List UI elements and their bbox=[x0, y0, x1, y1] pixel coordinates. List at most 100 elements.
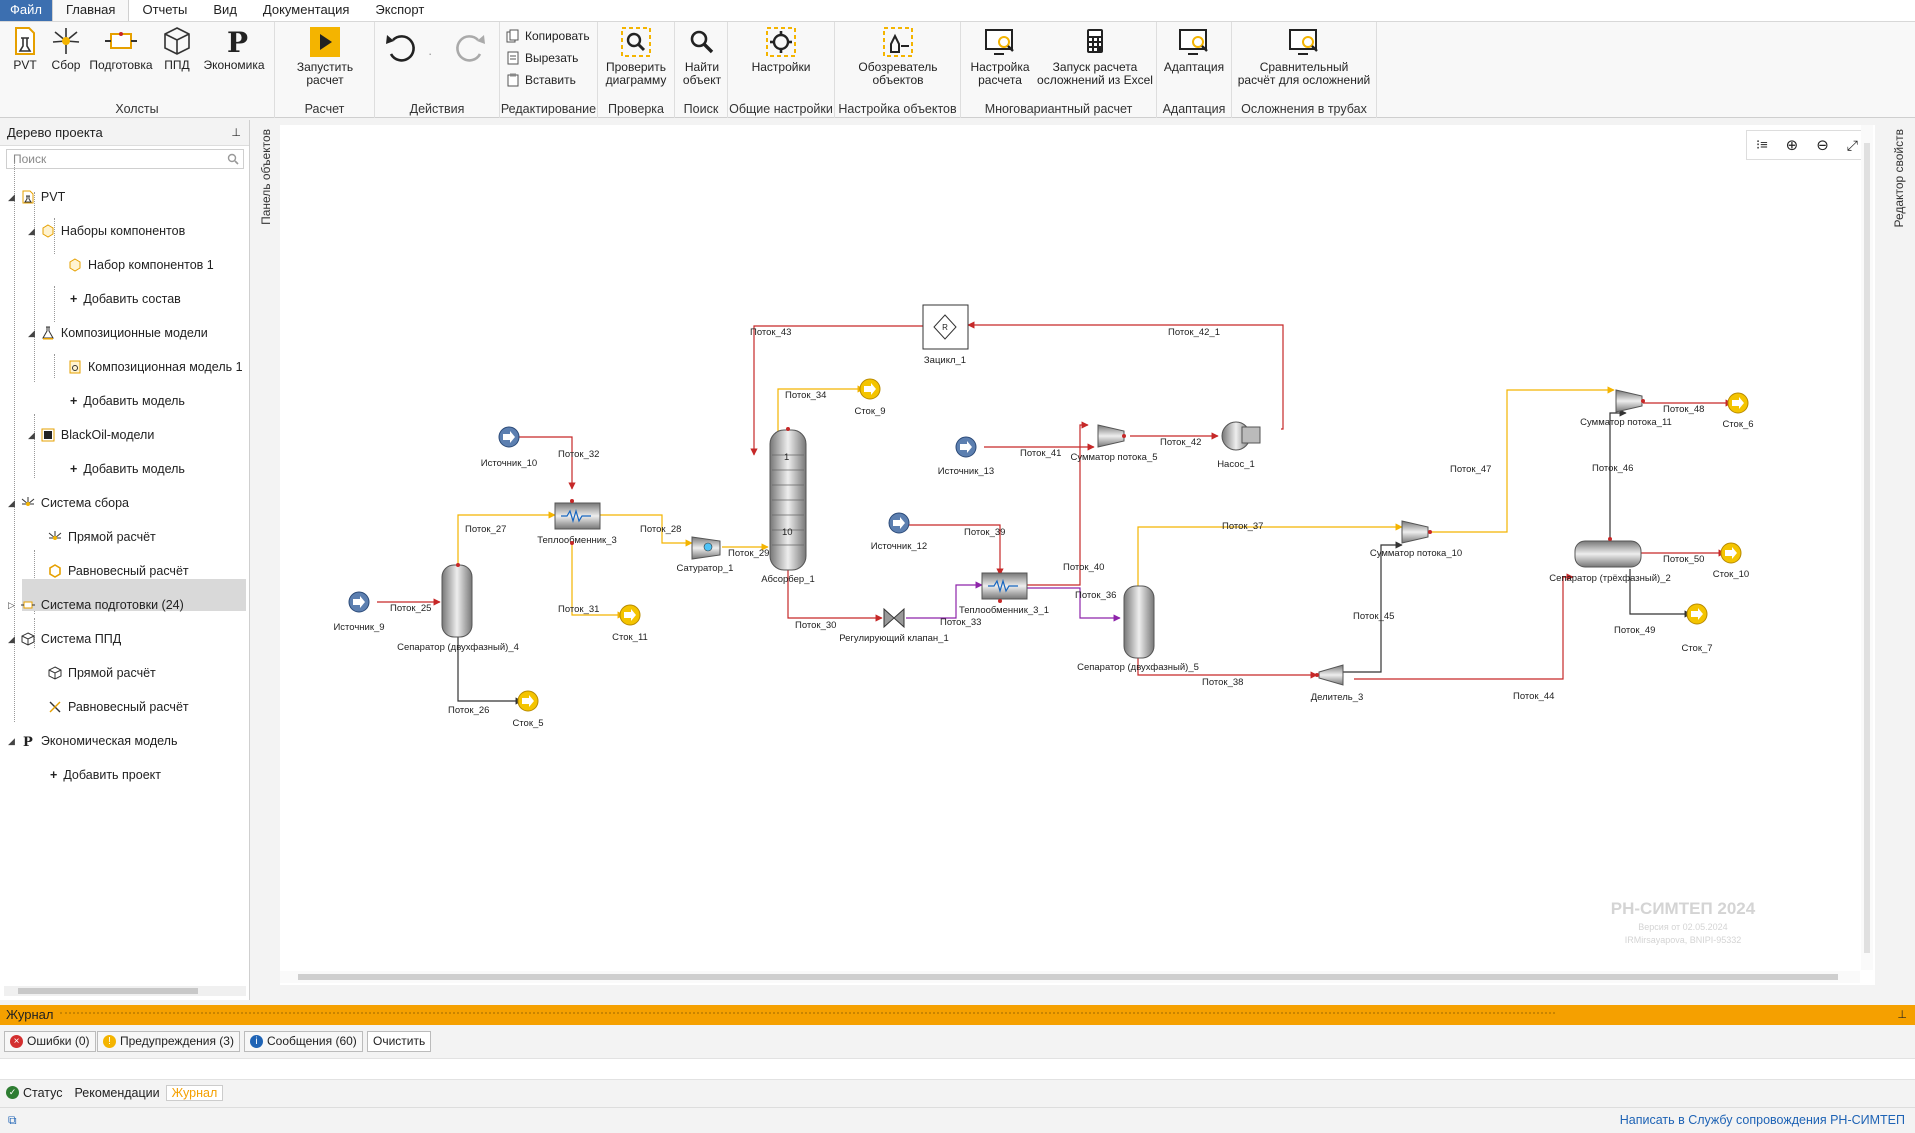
objects-panel-tab[interactable]: Панель объектов bbox=[255, 125, 279, 233]
collapse-icon[interactable]: ◢ bbox=[8, 730, 15, 752]
separator-5[interactable] bbox=[1123, 585, 1155, 659]
mixer-10[interactable] bbox=[1401, 520, 1429, 544]
sink-6[interactable] bbox=[1727, 392, 1749, 414]
adaptation-button[interactable]: Адаптация bbox=[1163, 26, 1225, 74]
tree-item-collection-system[interactable]: ◢ Система сбора bbox=[8, 492, 129, 514]
tree-item-direct-calc[interactable]: Прямой расчёт bbox=[48, 526, 156, 548]
tree-item-add-model[interactable]: + Добавить модель bbox=[70, 390, 185, 412]
cut-button[interactable]: Вырезать bbox=[506, 51, 578, 65]
find-label-2: объект bbox=[682, 73, 722, 87]
sink-9[interactable] bbox=[859, 378, 881, 400]
sink-11[interactable] bbox=[619, 604, 641, 626]
tree-item-compositional-model-1[interactable]: Композиционная модель 1 bbox=[68, 356, 243, 378]
tree-item-component-sets[interactable]: ◢ Наборы компонентов bbox=[28, 220, 185, 242]
group-settings: Настройки Общие настройки bbox=[728, 22, 835, 118]
scrollbar-thumb[interactable] bbox=[298, 974, 1838, 980]
status-tab[interactable]: ✓ Статус bbox=[0, 1086, 69, 1100]
tree-item-add-blackoil-model[interactable]: + Добавить модель bbox=[70, 458, 185, 480]
collapse-icon[interactable]: ◢ bbox=[28, 220, 35, 242]
menu-tab-export[interactable]: Экспорт bbox=[362, 0, 437, 21]
undo-button[interactable] bbox=[383, 30, 421, 67]
stream-45[interactable] bbox=[1343, 541, 1403, 673]
calc-settings-button[interactable]: Настройка расчета bbox=[965, 26, 1035, 87]
source-9[interactable] bbox=[348, 591, 370, 613]
paste-button[interactable]: Вставить bbox=[506, 73, 576, 87]
tree-search-input[interactable]: Поиск bbox=[6, 149, 244, 169]
stream-42-1[interactable] bbox=[967, 321, 1284, 430]
tree-item-component-set-1[interactable]: Набор компонентов 1 bbox=[68, 254, 214, 276]
source-13[interactable] bbox=[955, 436, 977, 458]
clear-journal-button[interactable]: Очистить bbox=[367, 1031, 432, 1052]
support-link[interactable]: Написать в Службу сопровождения РН-СИМТЕ… bbox=[1620, 1113, 1905, 1127]
control-valve[interactable] bbox=[883, 607, 905, 629]
check-diagram-button[interactable]: Проверить диаграмму bbox=[604, 26, 668, 87]
pin-icon[interactable]: ⊥ bbox=[231, 120, 241, 146]
source-10[interactable] bbox=[498, 426, 520, 448]
ppd-button[interactable]: ППД bbox=[160, 26, 194, 72]
tree-item-pvt[interactable]: ◢ PVT bbox=[8, 186, 65, 208]
scrollbar-thumb[interactable] bbox=[18, 988, 198, 994]
collapse-icon[interactable]: ◢ bbox=[8, 186, 15, 208]
run-calc-button[interactable]: Запустить расчет bbox=[293, 26, 357, 87]
menu-tab-docs[interactable]: Документация bbox=[250, 0, 363, 21]
collapse-icon[interactable]: ◢ bbox=[28, 424, 35, 446]
expand-icon[interactable]: ▷ bbox=[8, 594, 15, 616]
tree-item-add-project[interactable]: + Добавить проект bbox=[50, 764, 161, 786]
journal-tab[interactable]: Журнал bbox=[165, 1084, 224, 1101]
tree-item-ppd-direct-calc[interactable]: Прямой расчёт bbox=[48, 662, 156, 684]
messages-filter-button[interactable]: i Сообщения (60) bbox=[244, 1031, 363, 1052]
mixer-5[interactable] bbox=[1097, 424, 1125, 448]
tree-item-add-composition[interactable]: + Добавить состав bbox=[70, 288, 181, 310]
menu-tab-view[interactable]: Вид bbox=[200, 0, 250, 21]
economics-button[interactable]: P Экономика bbox=[202, 26, 266, 72]
object-browser-button[interactable]: Обозреватель объектов bbox=[853, 26, 943, 87]
scrollbar-thumb[interactable] bbox=[1864, 143, 1870, 953]
tree-item-compositional-models[interactable]: ◢ Композиционные модели bbox=[28, 322, 208, 344]
sink-5[interactable] bbox=[517, 690, 539, 712]
cube-icon bbox=[164, 27, 190, 55]
podgotovka-button[interactable]: Подготовка bbox=[88, 26, 154, 72]
tree-item-economic-model[interactable]: ◢ P Экономическая модель bbox=[8, 730, 177, 752]
source-12[interactable] bbox=[888, 512, 910, 534]
collapse-icon[interactable]: ◢ bbox=[8, 492, 15, 514]
properties-editor-tab[interactable]: Редактор свойств bbox=[1887, 125, 1913, 235]
mixer-11[interactable] bbox=[1615, 389, 1643, 413]
menu-tab-home[interactable]: Главная bbox=[51, 0, 130, 21]
sbor-button[interactable]: Сбор bbox=[48, 26, 84, 72]
warnings-filter-button[interactable]: ! Предупреждения (3) bbox=[97, 1031, 240, 1052]
recommendations-tab[interactable]: Рекомендации bbox=[69, 1086, 166, 1100]
sink-10[interactable] bbox=[1720, 542, 1742, 564]
tree-item-ppd-system[interactable]: ◢ Система ППД bbox=[8, 628, 121, 650]
layout-icon[interactable]: ⧉ bbox=[8, 1113, 17, 1128]
canvas-vertical-scrollbar[interactable] bbox=[1861, 125, 1873, 970]
menu-tab-file[interactable]: Файл bbox=[0, 0, 52, 21]
stream-37[interactable] bbox=[1137, 523, 1403, 586]
pvt-button[interactable]: PVT bbox=[8, 26, 42, 72]
comparative-calc-button[interactable]: Сравнительный расчёт для осложнений bbox=[1236, 26, 1372, 87]
collapse-icon[interactable]: ◢ bbox=[8, 628, 15, 650]
collapse-icon[interactable]: ◢ bbox=[28, 322, 35, 344]
pin-icon[interactable]: ⊥ bbox=[1897, 1005, 1907, 1025]
stream-44[interactable] bbox=[1354, 573, 1574, 680]
settings-button[interactable]: Настройки bbox=[748, 26, 814, 74]
diagram-canvas[interactable]: ⁝≡ ⊕ ⊖ ⤢ R Зацикл_1 1 10 Абсорбер_1 Сепа… bbox=[280, 125, 1875, 985]
splitter-3[interactable] bbox=[1318, 664, 1344, 686]
tree-item-preparation-system[interactable]: ▷ Система подготовки (24) bbox=[8, 594, 184, 616]
flow-diagram[interactable]: R Зацикл_1 1 10 Абсорбер_1 Сепаратор (дв… bbox=[280, 125, 1875, 985]
stream-47[interactable] bbox=[1430, 386, 1615, 533]
sink-7[interactable] bbox=[1686, 603, 1708, 625]
canvas-horizontal-scrollbar[interactable] bbox=[280, 971, 1860, 983]
tree-horizontal-scrollbar[interactable] bbox=[4, 986, 246, 996]
tree-item-blackoil-models[interactable]: ◢ BlackOil-модели bbox=[28, 424, 154, 446]
copy-button[interactable]: Копировать bbox=[506, 29, 590, 43]
separator-4[interactable] bbox=[441, 564, 473, 638]
menu-tab-reports[interactable]: Отчеты bbox=[129, 0, 200, 21]
errors-filter-button[interactable]: × Ошибки (0) bbox=[4, 1031, 96, 1052]
tree-item-ppd-equilibrium-calc[interactable]: Равновесный расчёт bbox=[48, 696, 189, 718]
stream-46[interactable] bbox=[1609, 409, 1627, 547]
run-excel-button[interactable]: Запуск расчета осложнений из Excel bbox=[1035, 26, 1155, 87]
find-object-button[interactable]: Найти объект bbox=[681, 26, 723, 87]
redo-button[interactable] bbox=[450, 30, 488, 67]
separator-3phase-2[interactable] bbox=[1574, 540, 1642, 568]
tree-item-equilibrium-calc[interactable]: Равновесный расчёт bbox=[48, 560, 189, 582]
